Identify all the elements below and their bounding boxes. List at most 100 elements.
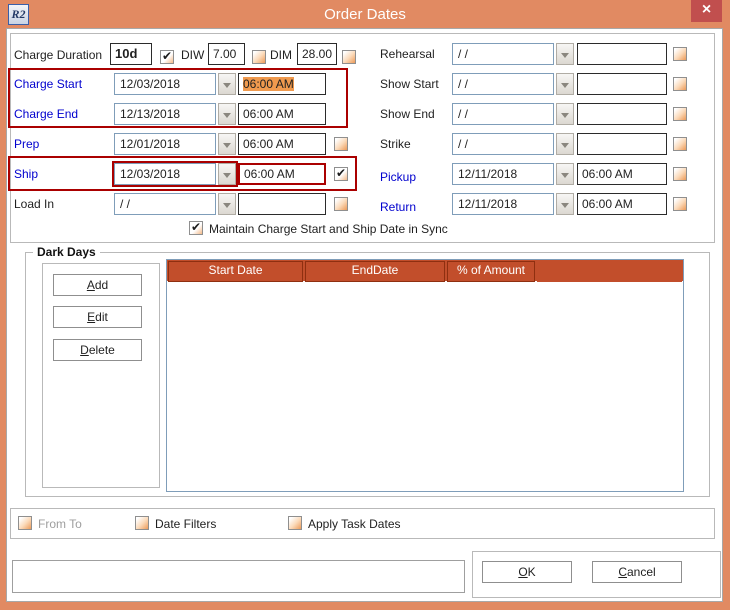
prep-label: Prep [14,137,40,151]
dark-days-table-header: Start Date EndDate % of Amount [167,260,683,282]
show-end-date-value[interactable]: / / [452,103,554,125]
dark-days-table[interactable]: Start Date EndDate % of Amount [166,259,684,492]
column-header-percent-amount[interactable]: % of Amount [447,261,535,282]
dim-checkbox[interactable] [342,50,356,64]
prep-checkbox[interactable] [334,137,348,151]
pickup-date-combo: 12/11/2018 [452,163,574,185]
from-to-label: From To [38,517,82,531]
rehearsal-label: Rehearsal [380,47,435,61]
show-end-date-combo: / / [452,103,574,125]
charge-end-time-input[interactable]: 06:00 AM [238,103,326,125]
show-end-checkbox[interactable] [673,107,687,121]
ship-label: Ship [14,167,39,181]
chevron-down-icon[interactable] [218,103,236,125]
chevron-down-icon[interactable] [218,163,236,185]
date-filters-checkbox[interactable] [135,516,149,530]
dark-days-title: Dark Days [33,245,100,259]
chevron-down-icon[interactable] [218,193,236,215]
selected-time-text: 06:00 AM [243,77,294,91]
cancel-button[interactable]: Cancel [592,561,682,583]
charge-end-date-combo: 12/13/2018 [114,103,236,125]
window-title: Order Dates [324,6,406,23]
prep-time-input[interactable]: 06:00 AM [238,133,326,155]
chevron-down-icon[interactable] [218,73,236,95]
diw-input[interactable]: 7.00 [208,43,245,65]
return-date-combo: 12/11/2018 [452,193,574,215]
chevron-down-icon[interactable] [556,103,574,125]
order-dates-dialog: { "window": { "title": "Order Dates", "i… [0,0,730,610]
column-header-end-date[interactable]: EndDate [305,261,445,282]
strike-checkbox[interactable] [673,137,687,151]
show-start-date-value[interactable]: / / [452,73,554,95]
chevron-down-icon[interactable] [556,73,574,95]
rehearsal-date-value[interactable]: / / [452,43,554,65]
ok-button[interactable]: OK [482,561,572,583]
strike-date-value[interactable]: / / [452,133,554,155]
load-in-time-input[interactable] [238,193,326,215]
from-to-checkbox[interactable] [18,516,32,530]
rehearsal-time-input[interactable] [577,43,667,65]
load-in-checkbox[interactable] [334,197,348,211]
add-button[interactable]: Add [53,274,142,296]
charge-start-date-value[interactable]: 12/03/2018 [114,73,216,95]
dim-label: DIM [270,48,292,62]
diw-checkbox[interactable] [252,50,266,64]
load-in-label: Load In [14,197,55,211]
return-label: Return [380,200,417,214]
return-date-value[interactable]: 12/11/2018 [452,193,554,215]
charge-duration-label: Charge Duration [14,48,103,62]
ship-date-value[interactable]: 12/03/2018 [114,163,216,185]
note-input[interactable] [12,560,465,593]
column-header-spacer [537,261,682,282]
column-header-start-date[interactable]: Start Date [168,261,303,282]
chevron-down-icon[interactable] [556,163,574,185]
show-start-time-input[interactable] [577,73,667,95]
date-filters-label: Date Filters [155,517,217,531]
chevron-down-icon[interactable] [556,133,574,155]
charge-duration-input[interactable]: 10d [110,43,152,65]
dark-days-button-panel [42,263,160,488]
sync-checkbox[interactable] [189,220,203,235]
rehearsal-checkbox[interactable] [673,47,687,61]
apply-task-dates-label: Apply Task Dates [308,517,401,531]
chevron-down-icon[interactable] [556,193,574,215]
pickup-date-value[interactable]: 12/11/2018 [452,163,554,185]
ship-time-input[interactable]: 06:00 AM [238,163,326,185]
charge-start-label: Charge Start [14,77,83,91]
show-start-date-combo: / / [452,73,574,95]
show-start-label: Show Start [380,77,439,91]
apply-task-dates-checkbox[interactable] [288,516,302,530]
charge-start-time-input[interactable]: 06:00 AM [238,73,326,95]
close-icon[interactable]: × [691,0,722,22]
show-end-label: Show End [380,107,435,121]
prep-date-combo: 12/01/2018 [114,133,236,155]
sync-label: Maintain Charge Start and Ship Date in S… [209,222,448,236]
charge-start-date-combo: 12/03/2018 [114,73,236,95]
ship-checkbox[interactable] [334,166,348,181]
strike-label: Strike [380,137,411,151]
charge-duration-checkbox[interactable] [160,49,174,64]
return-checkbox[interactable] [673,197,687,211]
pickup-time-input[interactable]: 06:00 AM [577,163,667,185]
pickup-label: Pickup [380,170,417,184]
pickup-checkbox[interactable] [673,167,687,181]
strike-date-combo: / / [452,133,574,155]
show-end-time-input[interactable] [577,103,667,125]
ship-date-combo: 12/03/2018 [112,161,238,187]
show-start-checkbox[interactable] [673,77,687,91]
delete-button[interactable]: Delete [53,339,142,361]
charge-end-label: Charge End [14,107,79,121]
diw-label: DIW [181,48,205,62]
edit-button[interactable]: Edit [53,306,142,328]
dim-input[interactable]: 28.00 [297,43,337,65]
chevron-down-icon[interactable] [556,43,574,65]
load-in-date-combo: / / [114,193,236,215]
prep-date-value[interactable]: 12/01/2018 [114,133,216,155]
rehearsal-date-combo: / / [452,43,574,65]
strike-time-input[interactable] [577,133,667,155]
charge-end-date-value[interactable]: 12/13/2018 [114,103,216,125]
title-bar: R2 Order Dates × [0,0,730,28]
chevron-down-icon[interactable] [218,133,236,155]
load-in-date-value[interactable]: / / [114,193,216,215]
return-time-input[interactable]: 06:00 AM [577,193,667,215]
